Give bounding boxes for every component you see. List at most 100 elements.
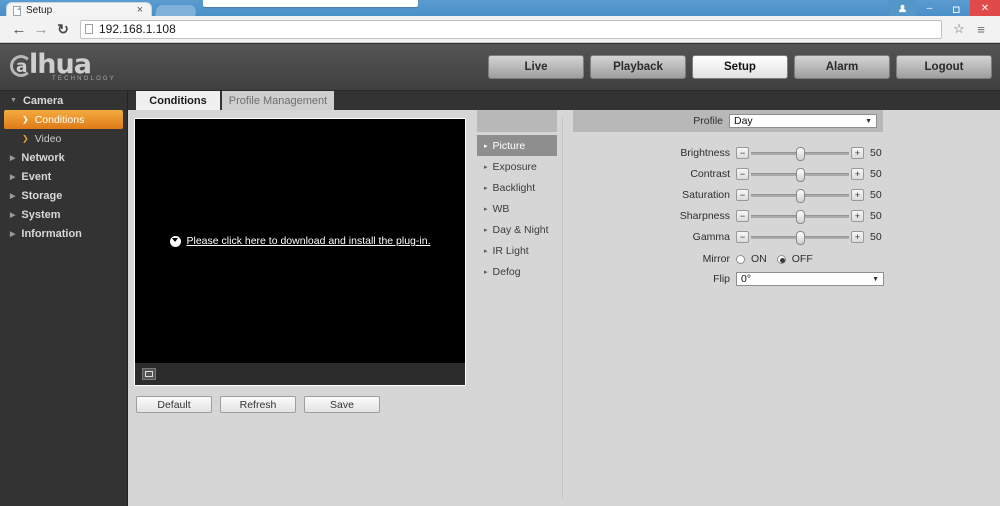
submenu-header-bar [477,110,557,132]
video-preview[interactable]: Please click here to download and instal… [135,119,465,363]
triangle-right-icon: ▶ [10,173,16,181]
saturation-slider-knob[interactable] [796,189,805,203]
plugin-prompt[interactable]: Please click here to download and instal… [135,235,465,247]
dahua-web-page: lhua TECHNOLOGY Live Playback Setup Alar… [0,44,1000,506]
fullscreen-icon[interactable] [142,368,156,380]
close-window-icon[interactable]: ✕ [970,0,1000,17]
contrast-label: Contrast [690,168,730,180]
vertical-divider [562,118,563,498]
video-preview-container: Please click here to download and instal… [134,118,466,386]
gamma-increase-button[interactable]: + [851,231,864,243]
sidebar-item-storage[interactable]: ▶ Storage [0,186,127,205]
submenu-label-day-night: Day & Night [492,223,549,236]
profile-select[interactable]: Day ▼ [729,114,877,128]
refresh-button[interactable]: Refresh [220,396,296,413]
reload-icon[interactable]: ↻ [52,22,74,36]
submenu-item-day-night[interactable]: ▸ Day & Night [477,219,557,240]
contrast-slider-knob[interactable] [796,168,805,182]
slider-row-saturation: Saturation − + 50 [668,187,890,203]
profile-selected-value: Day [734,115,753,127]
submenu-item-exposure[interactable]: ▸ Exposure [477,156,557,177]
minimize-icon[interactable]: – [916,0,943,17]
sidebar-item-video[interactable]: ❯ Video [0,129,127,148]
nav-alarm[interactable]: Alarm [794,55,890,79]
tab-conditions[interactable]: Conditions [136,91,220,110]
gamma-slider-knob[interactable] [796,231,805,245]
back-icon[interactable]: ← [8,22,30,37]
gamma-value: 50 [870,231,882,243]
nav-setup[interactable]: Setup [692,55,788,79]
gamma-label: Gamma [692,231,730,243]
flip-selected-value: 0° [741,273,752,285]
submenu-item-backlight[interactable]: ▸ Backlight [477,177,557,198]
tab-profile-management[interactable]: Profile Management [222,91,334,110]
maximize-icon[interactable] [943,0,970,17]
app-header: lhua TECHNOLOGY Live Playback Setup Alar… [0,44,1000,91]
condition-submenu: ▸ Picture ▸ Exposure ▸ Backlight ▸ WB ▸ … [477,135,557,282]
saturation-decrease-button[interactable]: − [736,189,749,201]
address-bar[interactable]: 192.168.1.108 [80,19,942,39]
sidebar-item-network[interactable]: ▶ Network [0,148,127,167]
mirror-off-radio[interactable] [776,254,786,264]
chevron-right-icon: ❯ [22,115,29,124]
triangle-right-icon: ▶ [10,192,16,200]
sidebar-label-conditions: Conditions [34,113,85,126]
slider-row-gamma: Gamma − + 50 [668,229,890,245]
submenu-label-exposure: Exposure [492,160,537,173]
saturation-slider-track[interactable] [751,189,849,203]
browser-tab-title: Setup [26,5,53,16]
sharpness-slider-track[interactable] [751,210,849,224]
contrast-decrease-button[interactable]: − [736,168,749,180]
nav-playback[interactable]: Playback [590,55,686,79]
submenu-item-picture[interactable]: ▸ Picture [477,135,557,156]
default-button[interactable]: Default [136,396,212,413]
brightness-increase-button[interactable]: + [851,147,864,159]
contrast-slider-track[interactable] [751,168,849,182]
sharpness-slider-knob[interactable] [796,210,805,224]
sidebar-item-event[interactable]: ▶ Event [0,167,127,186]
content-panel: Conditions Profile Management Please cli… [127,91,1000,506]
nav-logout[interactable]: Logout [896,55,992,79]
submenu-item-defog[interactable]: ▸ Defog [477,261,557,282]
submenu-item-wb[interactable]: ▸ WB [477,198,557,219]
mirror-on-label: ON [751,253,767,265]
flip-select[interactable]: 0° ▼ [736,272,884,286]
submenu-item-ir-light[interactable]: ▸ IR Light [477,240,557,261]
brightness-slider-knob[interactable] [796,147,805,161]
sidebar-label-network: Network [21,151,65,164]
sidebar-item-conditions[interactable]: ❯ Conditions [4,110,123,129]
top-navigation: Live Playback Setup Alarm Logout [488,55,992,79]
conditions-panel: Please click here to download and instal… [128,110,1000,506]
mirror-row: Mirror ON OFF [668,251,823,267]
saturation-label: Saturation [682,189,730,201]
sharpness-label: Sharpness [679,210,730,222]
sidebar-item-information[interactable]: ▶ Information [0,224,127,243]
sharpness-decrease-button[interactable]: − [736,210,749,222]
sidebar-item-camera[interactable]: ▼ Camera [0,91,127,110]
user-profile-icon[interactable] [889,0,916,17]
sidebar-item-system[interactable]: ▶ System [0,205,127,224]
close-tab-icon[interactable]: × [135,5,145,16]
brightness-value: 50 [870,147,882,159]
gamma-decrease-button[interactable]: − [736,231,749,243]
plugin-download-link[interactable]: Please click here to download and instal… [187,235,431,247]
mirror-on-radio[interactable] [736,254,745,264]
saturation-increase-button[interactable]: + [851,189,864,201]
brightness-decrease-button[interactable]: − [736,147,749,159]
browser-toolbar: ← → ↻ 192.168.1.108 ☆ ≡ [0,16,1000,43]
sharpness-value: 50 [870,210,882,222]
site-document-icon [85,24,93,34]
contrast-increase-button[interactable]: + [851,168,864,180]
gamma-slider-track[interactable] [751,231,849,245]
sidebar-label-video: Video [34,132,62,145]
triangle-right-icon: ▸ [484,205,488,213]
save-button[interactable]: Save [304,396,380,413]
bookmark-star-icon[interactable]: ☆ [948,21,970,37]
forward-icon[interactable]: → [30,22,52,37]
sidebar: ▼ Camera ❯ Conditions ❯ Video ▶ Network … [0,91,127,506]
triangle-right-icon: ▸ [484,226,488,234]
hamburger-menu-icon[interactable]: ≡ [970,22,992,37]
brightness-slider-track[interactable] [751,147,849,161]
sharpness-increase-button[interactable]: + [851,210,864,222]
nav-live[interactable]: Live [488,55,584,79]
